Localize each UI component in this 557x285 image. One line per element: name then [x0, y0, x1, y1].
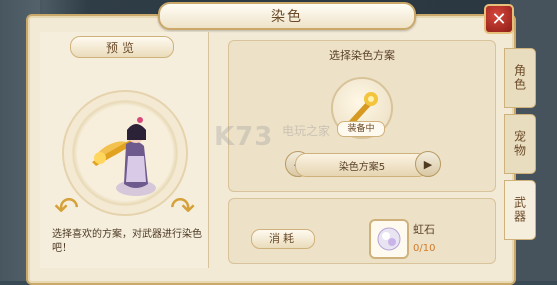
gem-slot[interactable] — [369, 219, 409, 259]
close-button[interactable]: ✕ — [484, 4, 514, 34]
tab-label: 武器 — [512, 196, 527, 224]
preview-panel: 预览 ↶ ↷ 选择喜欢的方案，对武器进行染色吧！ — [40, 32, 209, 268]
rotate-left-icon: ↶ — [54, 191, 80, 226]
rotate-right-icon: ↷ — [170, 191, 196, 226]
tab-pet[interactable]: 宠物 — [504, 114, 536, 174]
side-tabs: 角色 宠物 武器 — [504, 48, 536, 258]
cost-panel: 消耗 虹石 0/10 — [228, 198, 496, 264]
scheme-title: 选择染色方案 — [329, 49, 395, 62]
gem-name: 虹石 — [413, 223, 435, 236]
gem-count: 0/10 — [413, 243, 436, 254]
page-title: 染色 — [271, 9, 303, 25]
watermark-subtitle: 电玩之家 — [282, 124, 331, 138]
chevron-right-icon: ▶ — [423, 157, 433, 171]
title-bar: 染色 — [158, 2, 416, 30]
dye-scheme-panel: 选择染色方案 装备中 ◀ 染色方案5 ▶ — [228, 40, 496, 192]
tab-label: 宠物 — [512, 130, 527, 158]
equipped-badge: 装备中 — [337, 121, 385, 137]
rotate-right-button[interactable]: ↷ — [170, 191, 196, 226]
tab-character[interactable]: 角色 — [504, 48, 536, 108]
current-scheme-name: 染色方案5 — [338, 161, 386, 173]
next-scheme-button[interactable]: ▶ — [415, 151, 441, 177]
preview-tip: 选择喜欢的方案，对武器进行染色吧！ — [52, 229, 202, 254]
tab-weapon[interactable]: 武器 — [504, 180, 536, 240]
tab-label: 角色 — [512, 64, 527, 92]
preview-label: 预览 — [70, 36, 174, 58]
character-model[interactable] — [70, 100, 180, 210]
watermark: K73 — [214, 122, 274, 152]
cost-label: 消耗 — [251, 229, 315, 249]
close-icon: ✕ — [491, 8, 507, 30]
gem-icon — [377, 227, 401, 251]
scheme-selector[interactable]: 染色方案5 — [295, 153, 429, 177]
rotate-left-button[interactable]: ↶ — [54, 191, 80, 226]
